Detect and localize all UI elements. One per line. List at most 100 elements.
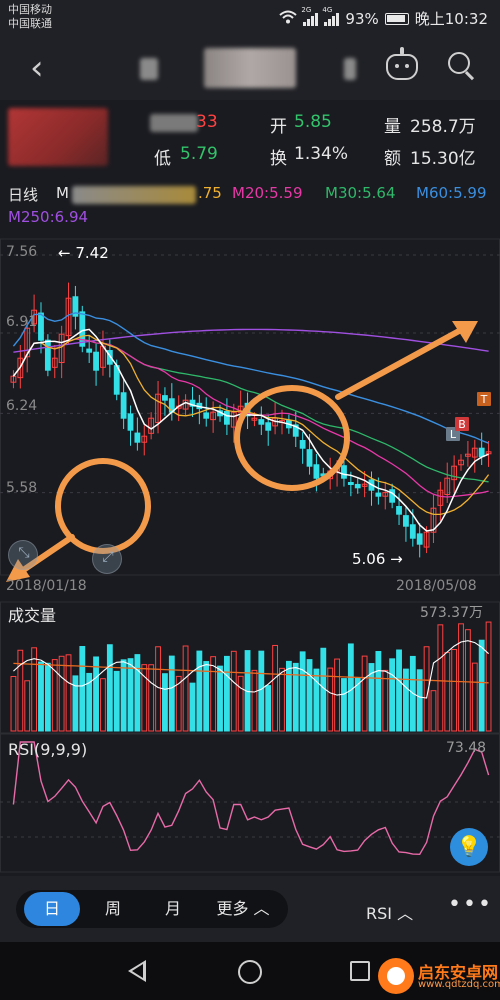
signal-icon-2: 4G	[322, 6, 340, 26]
volume-bar	[389, 658, 396, 732]
volume-bar	[430, 690, 437, 732]
volume-value: 258.7万	[410, 117, 476, 137]
candle-body	[403, 515, 409, 527]
tab-day[interactable]: 日	[24, 892, 80, 926]
y-tick-2: 6.91	[6, 314, 38, 330]
ma5-label: M	[56, 184, 69, 202]
nav-recent-icon[interactable]	[350, 961, 370, 981]
volume-bar	[182, 645, 189, 732]
nav-home-icon[interactable]	[238, 960, 262, 984]
candle-body	[396, 506, 402, 515]
volume-bar	[196, 650, 203, 732]
signal-icon-1: 2G	[301, 6, 319, 26]
period-label: 日线	[8, 186, 39, 204]
volume-bar	[251, 669, 258, 732]
volume-bar	[416, 669, 423, 732]
volume-bar	[306, 659, 313, 732]
y-tick-1: 7.56	[6, 244, 38, 260]
volume-max: 573.37万	[420, 605, 483, 621]
volume-label: 量	[384, 117, 401, 137]
amount-label: 额	[384, 149, 401, 169]
volume-bar	[403, 668, 409, 732]
rsi-pane-title: RSI(9,9,9)	[8, 740, 88, 759]
ma20-label: M20:5.59	[232, 184, 303, 202]
volume-pane-title: 成交量	[8, 606, 57, 625]
volume-bar	[17, 649, 24, 732]
carrier-2: 中国联通	[8, 17, 52, 30]
volume-bar	[44, 662, 51, 732]
robot-icon[interactable]	[386, 47, 418, 80]
nav-back-icon[interactable]	[128, 960, 146, 982]
volume-bar	[451, 649, 458, 732]
volume-bar	[258, 650, 265, 732]
volume-bar	[313, 668, 320, 732]
volume-bar	[217, 665, 223, 732]
volume-bar	[237, 675, 244, 732]
volume-bar	[347, 643, 354, 732]
app-header: ‹	[0, 34, 500, 100]
volume-bar	[162, 673, 168, 732]
volume-bar	[127, 658, 134, 732]
volume-bar	[485, 621, 492, 732]
candle-body	[127, 413, 134, 431]
watermark-url: www.qdtzdq.com	[418, 979, 500, 990]
volume-bar	[299, 651, 306, 732]
blurred-high-label	[150, 114, 198, 132]
candle-body	[258, 419, 265, 425]
marker-b-label: B	[458, 418, 466, 431]
volume-bar	[396, 649, 402, 732]
indicator-select[interactable]: RSI ︿	[366, 900, 413, 924]
bottom-toolbar: 日 周 月 更多 ︿ RSI ︿ •••	[0, 876, 500, 942]
candle-body	[299, 440, 306, 449]
ma250-label: M250:6.94	[8, 208, 89, 226]
volume-bar	[464, 629, 471, 732]
blurred-price	[8, 108, 108, 166]
candle-body	[409, 524, 416, 539]
blurred-title-c	[344, 58, 356, 80]
clock: 晚上10:32	[414, 10, 488, 28]
annotation-circle-1	[234, 385, 350, 491]
volume-bar	[279, 667, 285, 732]
volume-bar	[230, 650, 237, 732]
volume-bar	[285, 660, 292, 732]
kline-chart[interactable]: LBT	[0, 237, 500, 877]
tab-month[interactable]: 月	[148, 890, 198, 928]
volume-bar	[437, 624, 444, 732]
volume-bar	[444, 652, 451, 732]
chevron-up-icon: ︿	[397, 904, 414, 923]
lightbulb-icon[interactable]: 💡	[450, 828, 488, 866]
zoom-out-icon[interactable]: ⤡	[8, 540, 38, 570]
volume-bar	[382, 669, 389, 732]
volume-bar	[458, 623, 464, 732]
tab-week[interactable]: 周	[88, 890, 138, 928]
search-icon[interactable]	[448, 52, 470, 74]
low-arrow-label: 5.06 →	[352, 550, 403, 568]
ma10-label: .75	[198, 184, 222, 202]
open-label: 开	[270, 117, 287, 137]
zoom-in-icon[interactable]: ⤢	[92, 544, 122, 574]
high-value: 33	[196, 112, 218, 132]
volume-bar	[375, 651, 382, 732]
volume-bar	[471, 662, 478, 732]
candle-body	[38, 312, 44, 341]
volume-bar	[168, 655, 175, 732]
candle-body	[44, 339, 51, 371]
volume-bar	[100, 678, 106, 732]
battery-icon	[384, 12, 409, 25]
ma30-line	[12, 338, 489, 483]
candle-body	[93, 351, 99, 371]
volume-bar	[38, 661, 44, 732]
tab-more[interactable]: 更多 ︿	[208, 890, 278, 928]
marker-t-label: T	[480, 393, 488, 406]
chevron-left-icon[interactable]: ‹	[30, 48, 44, 88]
candle-body	[203, 412, 210, 419]
volume-bar	[24, 680, 31, 732]
candle-body	[223, 410, 230, 425]
candle-body	[416, 533, 423, 545]
candle-body	[120, 392, 127, 419]
more-dots-icon[interactable]: •••	[448, 892, 493, 917]
candle-body	[478, 447, 485, 458]
carrier-1: 中国移动	[8, 3, 52, 16]
candle-body	[86, 348, 93, 353]
amount-value: 15.30亿	[410, 149, 476, 169]
